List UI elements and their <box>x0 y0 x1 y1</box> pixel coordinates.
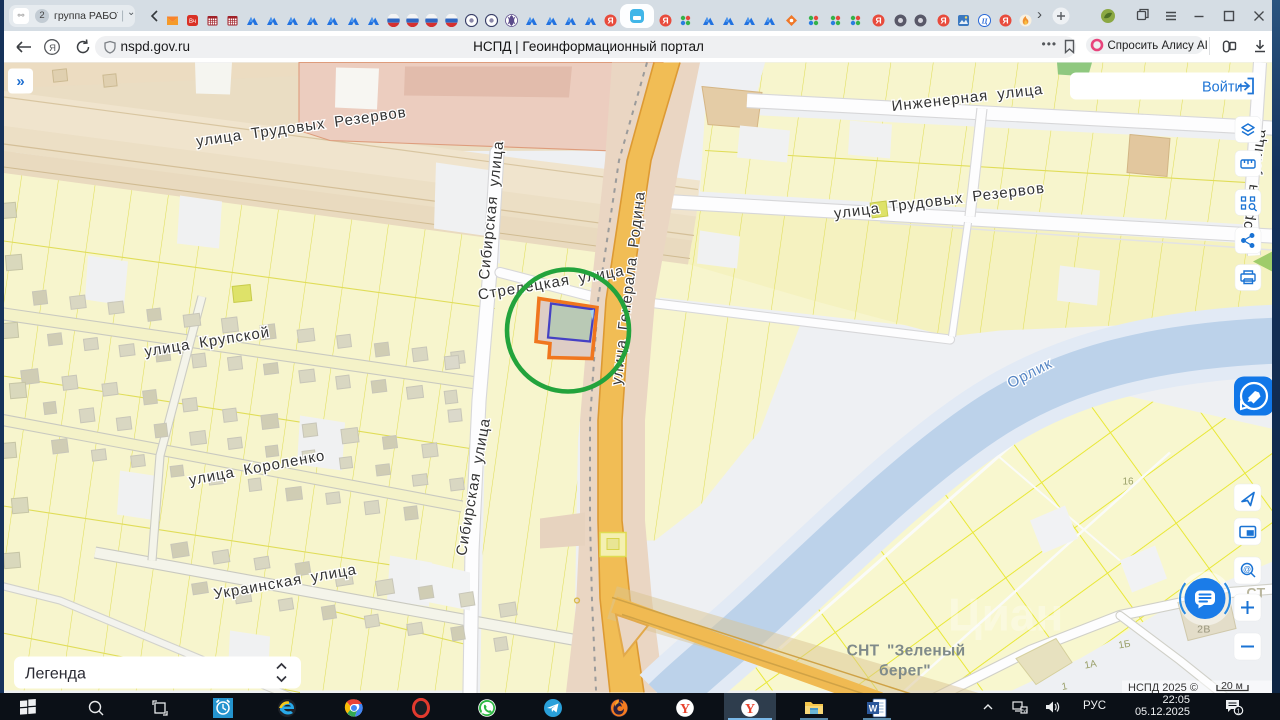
svg-text:Y: Y <box>680 702 690 717</box>
svg-text:Войти: Войти <box>1202 79 1243 95</box>
svg-text:W: W <box>869 703 878 713</box>
svg-text:берег": берег" <box>879 662 931 679</box>
svg-text:Ц: Ц <box>981 16 989 25</box>
svg-text:20 м: 20 м <box>1221 680 1243 692</box>
svg-text:Рус: Рус <box>1020 708 1028 713</box>
svg-text:Циан: Циан <box>948 588 1063 640</box>
svg-text:Я: Я <box>875 16 881 26</box>
svg-text:Y: Y <box>745 702 755 717</box>
svg-text:Я: Я <box>662 16 668 26</box>
svg-text:Я: Я <box>607 16 613 26</box>
svg-text:Вч: Вч <box>189 19 196 25</box>
svg-text:»: » <box>16 73 24 90</box>
svg-text:1А: 1А <box>1084 658 1098 671</box>
svg-text:Я: Я <box>940 16 946 26</box>
svg-text:Я: Я <box>1002 16 1008 26</box>
svg-text:1Б: 1Б <box>1118 638 1132 651</box>
svg-text:СНТ "Зеленый: СНТ "Зеленый <box>847 642 966 659</box>
svg-text:НСПД 2025 ©: НСПД 2025 © <box>1128 682 1198 693</box>
svg-text:1: 1 <box>1237 708 1241 715</box>
svg-text:Легенда: Легенда <box>25 665 86 682</box>
svg-text:16: 16 <box>1122 476 1134 487</box>
svg-text:@: @ <box>1243 565 1251 574</box>
svg-text:Я: Я <box>49 43 56 54</box>
